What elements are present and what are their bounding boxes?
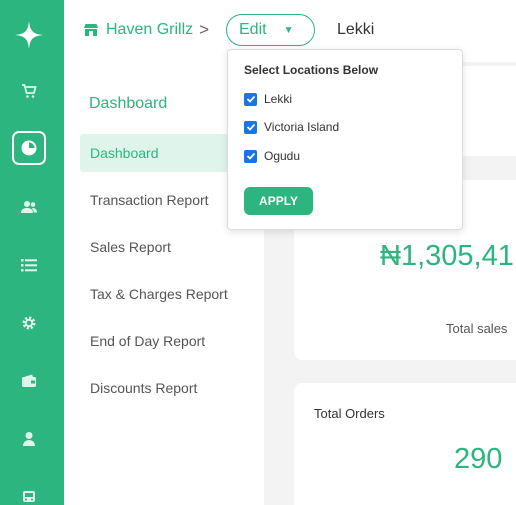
list-icon[interactable]	[14, 250, 44, 280]
checkbox-checked-icon[interactable]	[244, 120, 257, 134]
gear-icon[interactable]	[14, 308, 44, 338]
selected-location: Lekki	[337, 21, 375, 38]
location-option-ogudu[interactable]: Ogudu	[244, 149, 300, 163]
total-sales-label: Total sales	[446, 321, 508, 336]
total-orders-value: 290	[454, 443, 503, 475]
submenu-item-tax-charges-report[interactable]: Tax & Charges Report	[80, 275, 264, 313]
location-option-label: Lekki	[264, 92, 293, 106]
checkbox-checked-icon[interactable]	[244, 149, 257, 163]
icon-rail	[0, 0, 64, 505]
dashboard-pie-icon[interactable]	[12, 131, 46, 165]
submenu-item-label: Tax & Charges Report	[90, 286, 228, 302]
submenu-item-end-of-day-report[interactable]: End of Day Report	[80, 322, 264, 360]
edit-label: Edit	[239, 21, 267, 38]
cart-icon[interactable]	[14, 76, 44, 106]
bus-icon[interactable]	[14, 482, 44, 505]
wallet-icon[interactable]	[14, 366, 44, 396]
store-icon	[83, 22, 99, 38]
chevron-right-icon: >	[199, 20, 210, 39]
submenu-title: Dashboard	[89, 95, 168, 112]
user-icon[interactable]	[14, 424, 44, 454]
submenu-item-label: End of Day Report	[90, 333, 206, 349]
location-select-dropdown: Select Locations Below Lekki Victoria Is…	[227, 49, 463, 230]
location-option-lekki[interactable]: Lekki	[244, 92, 292, 106]
total-sales-value: ₦1,305,41	[380, 240, 514, 272]
submenu-item-label: Sales Report	[90, 239, 171, 255]
total-orders-label: Total Orders	[314, 406, 385, 421]
store-name-link[interactable]: Haven Grillz	[106, 21, 193, 39]
submenu-item-label: Dashboard	[90, 145, 159, 161]
edit-location-dropdown-button[interactable]: Edit ▼	[226, 14, 315, 46]
submenu-item-discounts-report[interactable]: Discounts Report	[80, 369, 264, 407]
location-option-label: Ogudu	[264, 149, 301, 163]
sparkle-logo-icon[interactable]	[14, 20, 44, 50]
submenu-item-label: Transaction Report	[90, 192, 209, 208]
location-option-label: Victoria Island	[264, 120, 340, 134]
caret-down-icon: ▼	[283, 24, 294, 36]
submenu-item-label: Discounts Report	[90, 380, 198, 396]
dropdown-title: Select Locations Below	[244, 63, 379, 77]
breadcrumb: Haven Grillz >	[83, 20, 209, 40]
total-orders-card: Total Orders 290	[294, 383, 516, 505]
users-icon[interactable]	[14, 192, 44, 222]
location-option-victoria-island[interactable]: Victoria Island	[244, 120, 339, 134]
apply-button[interactable]: APPLY	[244, 187, 313, 215]
checkbox-checked-icon[interactable]	[244, 92, 257, 106]
submenu-item-sales-report[interactable]: Sales Report	[80, 228, 264, 266]
